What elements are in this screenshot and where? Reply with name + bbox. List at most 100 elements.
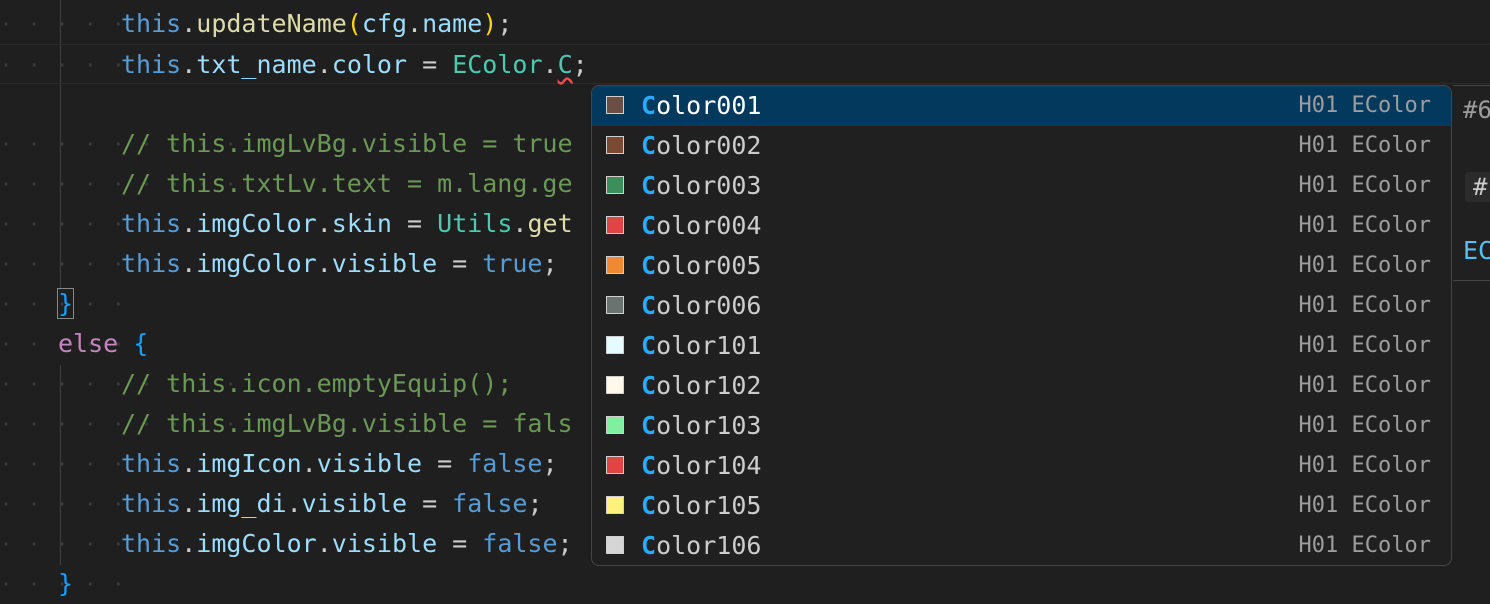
suggest-item-detail: H01 EColor (1298, 93, 1431, 118)
color-swatch-icon (606, 136, 624, 154)
suggest-item[interactable]: Color102 H01 EColor (592, 366, 1451, 406)
color-swatch-icon (606, 216, 624, 234)
color-swatch-icon (606, 96, 624, 114)
match-highlight: C (641, 451, 657, 480)
code-text: } (56, 284, 75, 324)
suggest-item-detail: H01 EColor (1298, 453, 1431, 478)
suggest-item-rest: olor004 (656, 211, 762, 240)
suggest-item-label: Color102 (641, 366, 761, 406)
code-token: = (422, 449, 468, 478)
match-highlight: C (641, 411, 657, 440)
code-text: this.imgColor.skin = Utils.get (121, 204, 573, 244)
code-token: . (181, 489, 197, 518)
code-token: imgColor (196, 249, 317, 278)
color-swatch-icon (606, 176, 624, 194)
code-token: ; (497, 9, 513, 38)
code-token: . (316, 50, 332, 79)
suggest-item-rest: olor105 (656, 491, 762, 520)
code-token: = (407, 489, 453, 518)
code-token: this (121, 9, 182, 38)
code-text: // this.txtLv.text = m.lang.ge (121, 164, 573, 204)
color-swatch-icon (606, 336, 624, 354)
code-token: // this.txtLv.text = m.lang.ge (121, 169, 573, 198)
suggest-item-rest: olor003 (656, 171, 762, 200)
code-token: = (407, 50, 453, 79)
suggest-item[interactable]: Color003 H01 EColor (592, 166, 1451, 206)
suggest-item[interactable]: Color001 H01 EColor (592, 86, 1451, 126)
details-line-1: #6 (1463, 96, 1490, 124)
suggest-item-rest: olor104 (656, 451, 762, 480)
code-token: ; (572, 50, 588, 79)
code-token: updateName (196, 9, 347, 38)
code-token: } (56, 288, 75, 319)
code-token: ( (346, 9, 362, 38)
code-token: ; (542, 249, 558, 278)
suggest-item-label: Color101 (641, 326, 761, 366)
suggest-item[interactable]: Color105 H01 EColor (592, 486, 1451, 526)
code-editor[interactable]: · · · · · · · · · this.updateName(cfg.nam… (0, 0, 1490, 604)
suggest-item[interactable]: Color006 H01 EColor (592, 286, 1451, 326)
code-text: // this.icon.emptyEquip(); (121, 364, 512, 404)
code-token: this (121, 209, 182, 238)
suggest-item-detail: H01 EColor (1298, 213, 1431, 238)
suggest-item-rest: olor005 (656, 251, 762, 280)
code-token: . (286, 489, 302, 518)
suggest-item[interactable]: Color106 H01 EColor (592, 526, 1451, 565)
code-token: . (316, 249, 332, 278)
code-line[interactable]: · · · · · · · · · this.txt_name.color = E… (0, 44, 1490, 84)
code-token: } (58, 569, 74, 598)
code-token: imgColor (196, 529, 317, 558)
suggest-item[interactable]: Color103 H01 EColor (592, 406, 1451, 446)
match-highlight: C (641, 91, 657, 120)
code-token: . (181, 50, 197, 79)
color-swatch-icon (606, 376, 624, 394)
code-text: this.img_di.visible = false; (121, 484, 543, 524)
code-token: . (181, 249, 197, 278)
code-token: cfg (361, 9, 408, 38)
suggest-item-label: Color003 (641, 166, 761, 206)
color-swatch-icon (606, 416, 624, 434)
code-token: // this.icon.emptyEquip(); (121, 369, 513, 398)
details-line-3: EC (1463, 236, 1490, 265)
code-token: get (527, 209, 573, 238)
code-token: this (121, 249, 182, 278)
match-highlight: C (641, 171, 657, 200)
color-swatch-icon (606, 496, 624, 514)
suggest-item-rest: olor001 (656, 91, 762, 120)
code-text: else { (58, 324, 148, 364)
suggest-item-label: Color103 (641, 406, 761, 446)
suggest-item-detail: H01 EColor (1298, 333, 1431, 358)
color-swatch-icon (606, 456, 624, 474)
code-token: this (121, 529, 182, 558)
code-token: visible (301, 489, 408, 518)
code-token: . (181, 9, 197, 38)
code-token: . (181, 209, 197, 238)
code-token: visible (331, 249, 438, 278)
suggest-item[interactable]: Color005 H01 EColor (592, 246, 1451, 286)
code-token: // this.imgLvBg.visible = fals (121, 409, 573, 438)
code-token: . (181, 449, 197, 478)
match-highlight: C (641, 251, 657, 280)
code-token: ; (557, 529, 573, 558)
code-token: ; (527, 489, 543, 518)
code-token: false (467, 449, 543, 478)
match-highlight: C (641, 331, 657, 360)
code-token: imgIcon (196, 449, 302, 478)
suggest-item-detail: H01 EColor (1298, 493, 1431, 518)
match-highlight: C (641, 131, 657, 160)
suggest-item-rest: olor006 (656, 291, 762, 320)
code-token: . (512, 209, 528, 238)
suggest-item-detail: H01 EColor (1298, 373, 1431, 398)
code-text: this.imgIcon.visible = false; (121, 444, 558, 484)
suggest-item-rest: olor102 (656, 371, 762, 400)
code-token: ; (542, 449, 558, 478)
suggest-item[interactable]: Color104 H01 EColor (592, 446, 1451, 486)
color-swatch-icon (606, 296, 624, 314)
suggest-details-panel: #6 # EC (1453, 85, 1490, 281)
suggest-item[interactable]: Color004 H01 EColor (592, 206, 1451, 246)
suggest-item-label: Color006 (641, 286, 761, 326)
suggest-item-label: Color005 (641, 246, 761, 286)
suggest-widget[interactable]: Color001 H01 EColor Color002 H01 EColor Colo… (591, 85, 1452, 566)
suggest-item[interactable]: Color101 H01 EColor (592, 326, 1451, 366)
suggest-item[interactable]: Color002 H01 EColor (592, 126, 1451, 166)
